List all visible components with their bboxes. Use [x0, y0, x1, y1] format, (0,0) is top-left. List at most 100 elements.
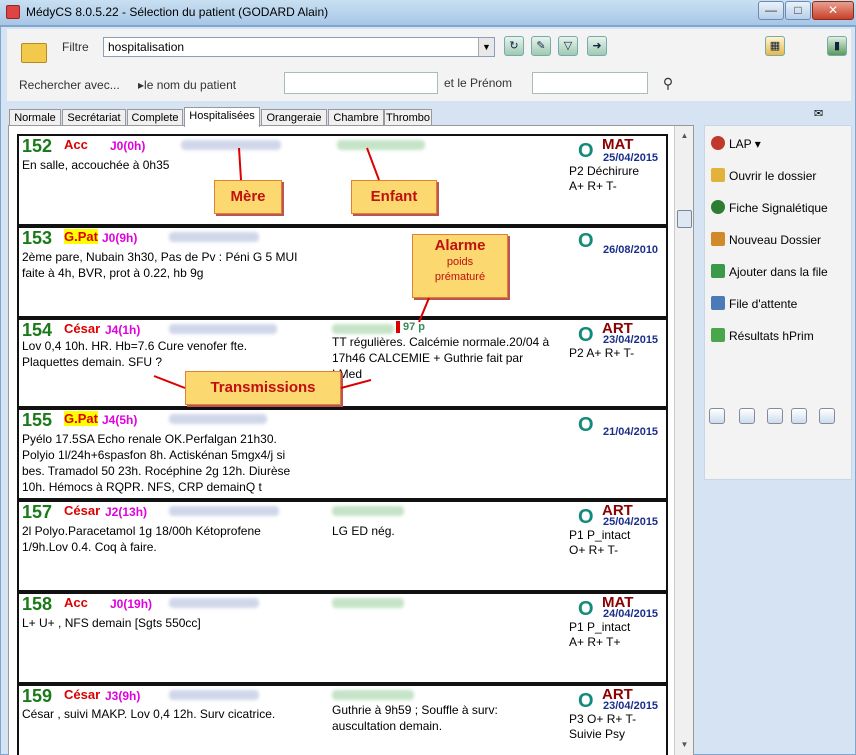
app-icon	[6, 5, 20, 19]
obstetric-info: P1 P_intact O+ R+ T-	[569, 528, 631, 557]
admission-type: Acc	[64, 595, 88, 610]
folder-icon[interactable]	[21, 43, 47, 63]
date: 26/08/2010	[603, 244, 659, 256]
room-number: 159	[22, 686, 53, 706]
status-o: O	[578, 324, 594, 346]
scroll-up-icon[interactable]: ▲	[677, 128, 692, 143]
callout-transmissions: Transmissions	[185, 371, 341, 405]
search-by-dropdown[interactable]: ▸le nom du patient	[138, 78, 236, 92]
admission-type: César	[64, 503, 101, 518]
child-name-blurred	[332, 690, 414, 700]
mother-name-blurred	[169, 324, 277, 334]
tab-hospitalisees[interactable]: Hospitalisées	[184, 107, 260, 127]
tool-icon-3[interactable]	[767, 408, 783, 424]
status-o: O	[578, 506, 594, 528]
toolbar: Filtre hospitalisation ▼ ↻ ✎ ▽ ➜ ▦ ▮ Rec…	[7, 29, 851, 101]
mother-name-blurred	[169, 690, 259, 700]
window-title: MédyCS 8.0.5.22 - Sélection du patient (…	[26, 5, 329, 19]
room-number: 158	[22, 594, 53, 614]
tool-icon-5[interactable]	[819, 408, 835, 424]
admission-type: G.Pat	[64, 411, 98, 426]
callout-alarme: Alarme poids prématuré	[412, 234, 508, 298]
child-note: LG ED nég.	[332, 524, 395, 538]
patient-card[interactable]: 159 César J3(9h) César , suivi MAKP. Lov…	[17, 684, 668, 755]
filter-funnel-icon[interactable]: ▽	[558, 36, 578, 56]
status-o: O	[578, 140, 594, 162]
callout-alarme-sub: poids prématuré	[434, 256, 486, 283]
close-button[interactable]: ✕	[812, 1, 854, 20]
patient-card[interactable]: 152 Acc J0(0h) En salle, accouchée à 0h3…	[17, 134, 668, 226]
chevron-down-icon[interactable]: ▼	[478, 38, 494, 56]
title-bar: MédyCS 8.0.5.22 - Sélection du patient (…	[0, 0, 856, 26]
stay-duration: J4(1h)	[105, 323, 141, 337]
stay-duration: J2(13h)	[105, 505, 148, 519]
transmission-note: 2ème pare, Nubain 3h30, Pas de Pv : Péni…	[22, 250, 298, 280]
patient-card[interactable]: 153 G.Pat J0(9h) 2ème pare, Nubain 3h30,…	[17, 226, 668, 318]
maximize-button[interactable]: □	[785, 1, 811, 20]
stay-duration: J4(5h)	[102, 413, 138, 427]
patient-card[interactable]: 158 Acc J0(19h) L+ U+ , NFS demain [Sgts…	[17, 592, 668, 684]
hourglass-icon	[711, 296, 725, 310]
mail-icon[interactable]: ✉	[814, 107, 823, 120]
patient-card[interactable]: 154 César J4(1h) 97 p Lov 0,4 10h. HR. H…	[17, 318, 668, 408]
scroll-down-icon[interactable]: ▼	[677, 737, 692, 752]
date: 23/04/2015	[603, 700, 659, 712]
room-number: 152	[22, 136, 53, 156]
room-number: 157	[22, 502, 53, 522]
child-note: Guthrie à 9h59 ; Souffle à surv: auscult…	[332, 703, 498, 733]
child-name-blurred	[332, 324, 394, 334]
child-note: TT régulières. Calcémie normale.20/04 à …	[332, 335, 550, 381]
tool-icon-2[interactable]	[739, 408, 755, 424]
transmission-note: César , suivi MAKP. Lov 0,4 12h. Surv ci…	[22, 707, 276, 721]
prenom-input[interactable]	[532, 72, 648, 94]
pill-icon	[711, 136, 725, 150]
patient-card[interactable]: 157 César J2(13h) 2l Polyo.Paracetamol 1…	[17, 500, 668, 592]
weight-value: 97 p	[403, 321, 426, 333]
refresh-icon[interactable]: ↻	[504, 36, 524, 56]
search-user-icon[interactable]: ⚲	[658, 74, 678, 94]
action-panel: LAP ▾ Ouvrir le dossier Fiche Signalétiq…	[704, 125, 852, 480]
scrollbar-thumb[interactable]	[677, 210, 692, 228]
obstetric-info: P1 P_intact A+ R+ T+	[569, 620, 631, 649]
date: 24/04/2015	[603, 608, 659, 620]
next-icon[interactable]: ➜	[587, 36, 607, 56]
filter-select[interactable]: hospitalisation ▼	[103, 37, 495, 57]
child-name-blurred	[337, 140, 425, 150]
transmission-note: Pyélo 17.5SA Echo renale OK.Perfalgan 21…	[22, 432, 291, 494]
obstetric-info: P2 A+ R+ T-	[569, 346, 635, 360]
obstetric-info: P3 O+ R+ T- Suivie Psy	[569, 712, 637, 741]
obstetric-info: P2 Déchirure A+ R+ T-	[569, 164, 640, 193]
room-number: 155	[22, 410, 53, 430]
main-window: Filtre hospitalisation ▼ ↻ ✎ ▽ ➜ ▦ ▮ Rec…	[0, 26, 856, 755]
date: 21/04/2015	[603, 426, 659, 438]
mother-name-blurred	[169, 414, 267, 424]
date: 23/04/2015	[603, 334, 659, 346]
edit-icon[interactable]: ✎	[531, 36, 551, 56]
tool-icon-1[interactable]	[709, 408, 725, 424]
search-label: Rechercher avec...	[19, 78, 120, 92]
stay-duration: J3(9h)	[105, 689, 141, 703]
callout-enfant: Enfant	[351, 180, 437, 214]
patient-card[interactable]: 155 G.Pat J4(5h) Pyélo 17.5SA Echo renal…	[17, 408, 668, 500]
transmission-note: 2l Polyo.Paracetamol 1g 18/00h Kétoprofe…	[22, 524, 261, 554]
filter-value: hospitalisation	[108, 40, 185, 54]
minimize-button[interactable]: —	[758, 1, 784, 20]
status-o: O	[578, 690, 594, 712]
tool-icon-4[interactable]	[791, 408, 807, 424]
mother-name-blurred	[181, 140, 281, 150]
callout-alarme-title: Alarme	[434, 237, 486, 254]
exit-icon[interactable]: ▮	[827, 36, 847, 56]
mother-name-blurred	[169, 506, 279, 516]
calendar-icon[interactable]: ▦	[765, 36, 785, 56]
open-folder-icon	[711, 168, 725, 182]
stay-duration: J0(19h)	[110, 597, 153, 611]
patient-name-input[interactable]	[284, 72, 438, 94]
mother-name-blurred	[169, 232, 259, 242]
stay-duration: J0(9h)	[102, 231, 138, 245]
admission-type: César	[64, 321, 101, 336]
date: 25/04/2015	[603, 152, 659, 164]
tab-bar: Normale Secrétariat Complete Hospitalisé…	[7, 107, 697, 127]
new-folder-icon	[711, 232, 725, 246]
status-o: O	[578, 230, 594, 252]
vertical-scrollbar[interactable]: ▲ ▼	[674, 126, 693, 755]
